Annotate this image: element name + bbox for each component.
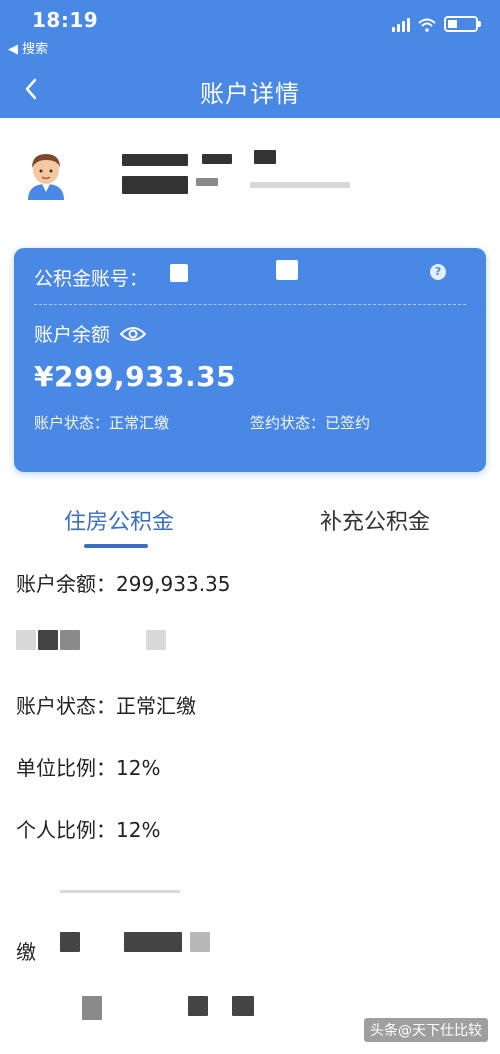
redacted-info [122, 176, 188, 194]
detail-balance: 账户余额：299,933.35 [16, 572, 231, 596]
tab-active-indicator [84, 544, 148, 548]
battery-icon [444, 16, 481, 32]
tab-housing-fund[interactable]: 住房公积金 [64, 504, 174, 536]
redacted-row [232, 996, 254, 1016]
redacted-row [146, 630, 166, 650]
redacted-row [60, 630, 80, 650]
redacted-row [82, 996, 102, 1020]
balance-label: 账户余额 [34, 324, 111, 346]
redacted-name [254, 150, 276, 164]
card-divider [34, 304, 466, 305]
redacted-account-number [276, 260, 298, 280]
account-state: 账户状态：正常汇缴 [34, 414, 170, 432]
account-card: 公积金账号： ? 账户余额 ¥299,933.35 账户状态：正常汇缴 签约状态… [14, 248, 486, 472]
redacted-row [16, 630, 36, 650]
watermark: 头条@天下仕比较 [364, 1018, 488, 1042]
redacted-row [188, 996, 208, 1016]
status-time: 18:19 [32, 8, 99, 32]
redacted-name [122, 154, 188, 166]
tab-bar: 住房公积金 补充公积金 [0, 490, 500, 550]
wifi-icon [418, 18, 436, 32]
redacted-account-number [170, 264, 188, 282]
profile-section [0, 118, 500, 236]
redacted-row [38, 630, 58, 650]
redacted-row [60, 890, 180, 893]
redacted-row [124, 932, 182, 952]
status-icons [392, 16, 481, 32]
status-bar: 18:19 ◀ 搜索 [0, 0, 500, 57]
detail-unit-ratio: 单位比例：12% [16, 756, 161, 780]
detail-state: 账户状态：正常汇缴 [16, 694, 196, 718]
detail-personal-ratio: 个人比例：12% [16, 818, 161, 842]
redacted-row [60, 932, 80, 952]
account-number-label: 公积金账号： [34, 268, 149, 290]
detail-payment-prefix: 缴 [16, 940, 36, 964]
eye-icon[interactable] [120, 325, 147, 343]
sign-state: 签约状态：已签约 [250, 414, 371, 432]
back-to-search-link[interactable]: ◀ 搜索 [8, 38, 48, 57]
detail-payment: 缴 [16, 936, 36, 965]
balance-label-group: 账户余额 [34, 320, 147, 347]
nav-bar: 账户详情 [0, 62, 500, 118]
redacted-info [250, 182, 350, 188]
redacted-row [190, 932, 210, 952]
signal-icon [392, 18, 410, 32]
redacted-name [202, 154, 232, 164]
help-icon[interactable]: ? [430, 264, 446, 280]
avatar-icon [28, 154, 64, 200]
page-title: 账户详情 [200, 80, 300, 108]
balance-amount: ¥299,933.35 [34, 360, 237, 393]
redacted-info [196, 178, 218, 186]
top-header: 18:19 ◀ 搜索 账户详情 [0, 0, 500, 118]
tab-supplementary-fund[interactable]: 补充公积金 [320, 504, 430, 536]
